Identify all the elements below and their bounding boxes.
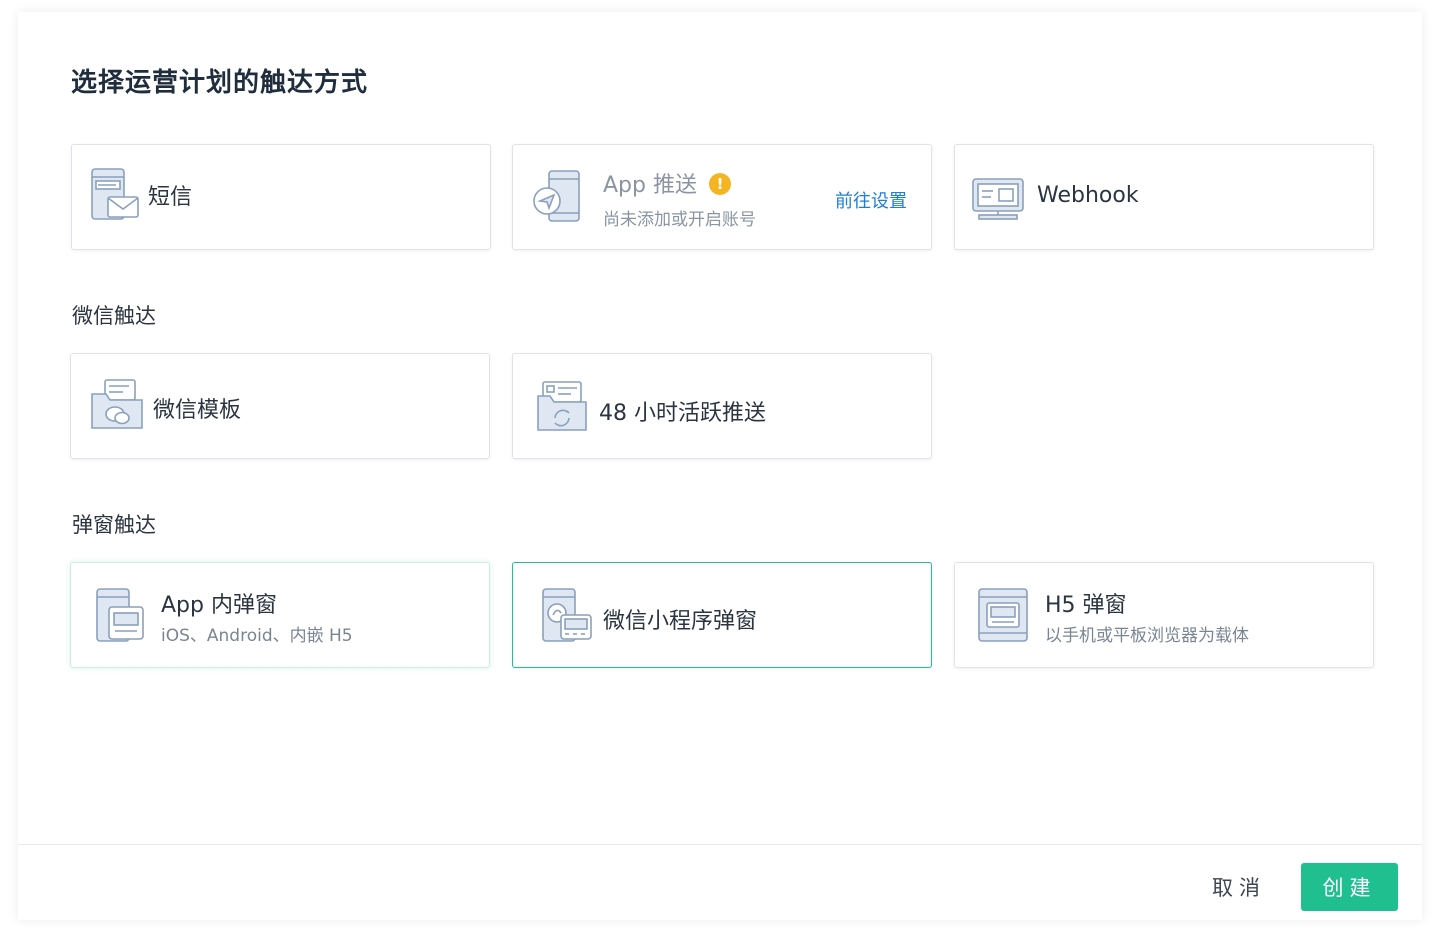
card-webhook[interactable]: Webhook xyxy=(954,144,1374,250)
goto-settings-link[interactable]: 前往设置 xyxy=(835,187,907,213)
warning-icon: ! xyxy=(709,173,731,195)
mini-program-popup-icon xyxy=(542,588,592,642)
wechat-section-label: 微信触达 xyxy=(72,304,156,328)
wechat-active-push-icon xyxy=(537,381,587,431)
sms-icon xyxy=(91,168,139,220)
card-app-popup-sub: iOS、Android、内嵌 H5 xyxy=(161,626,353,646)
card-wechat-template-label: 微信模板 xyxy=(153,398,242,423)
popup-section-label: 弹窗触达 xyxy=(72,513,156,537)
app-popup-icon xyxy=(96,588,144,642)
webhook-icon xyxy=(972,178,1024,220)
cancel-button[interactable]: 取消 xyxy=(1196,864,1282,910)
card-wechat-active-push[interactable]: 48 小时活跃推送 xyxy=(512,353,932,459)
card-h5-popup-label: H5 弹窗 xyxy=(1045,593,1127,618)
card-mini-program-popup-label: 微信小程序弹窗 xyxy=(603,609,758,634)
card-app-popup-label: App 内弹窗 xyxy=(161,593,277,618)
footer-divider xyxy=(18,844,1422,845)
card-sms-label: 短信 xyxy=(148,185,193,210)
app-push-icon xyxy=(533,170,580,222)
card-mini-program-popup[interactable]: 微信小程序弹窗 xyxy=(512,562,932,668)
card-app-popup[interactable]: App 内弹窗 iOS、Android、内嵌 H5 xyxy=(70,562,490,668)
card-h5-popup[interactable]: H5 弹窗 以手机或平板浏览器为载体 xyxy=(954,562,1374,668)
card-sms[interactable]: 短信 xyxy=(71,144,491,250)
dialog-title: 选择运营计划的触达方式 xyxy=(71,68,369,98)
card-webhook-label: Webhook xyxy=(1037,183,1139,208)
reach-method-dialog: 选择运营计划的触达方式 短信 App 推送 ! 尚未添加或开启账号 前往设置 W… xyxy=(18,12,1422,920)
h5-popup-icon xyxy=(978,588,1028,642)
wechat-template-icon xyxy=(91,379,143,429)
card-app-push-label: App 推送 xyxy=(603,173,697,198)
card-app-push[interactable]: App 推送 ! 尚未添加或开启账号 前往设置 xyxy=(512,144,932,250)
card-h5-popup-sub: 以手机或平板浏览器为载体 xyxy=(1045,626,1249,646)
card-wechat-template[interactable]: 微信模板 xyxy=(70,353,490,459)
create-button[interactable]: 创建 xyxy=(1301,863,1398,911)
card-wechat-active-push-label: 48 小时活跃推送 xyxy=(599,401,766,426)
card-app-push-sub: 尚未添加或开启账号 xyxy=(603,210,756,230)
